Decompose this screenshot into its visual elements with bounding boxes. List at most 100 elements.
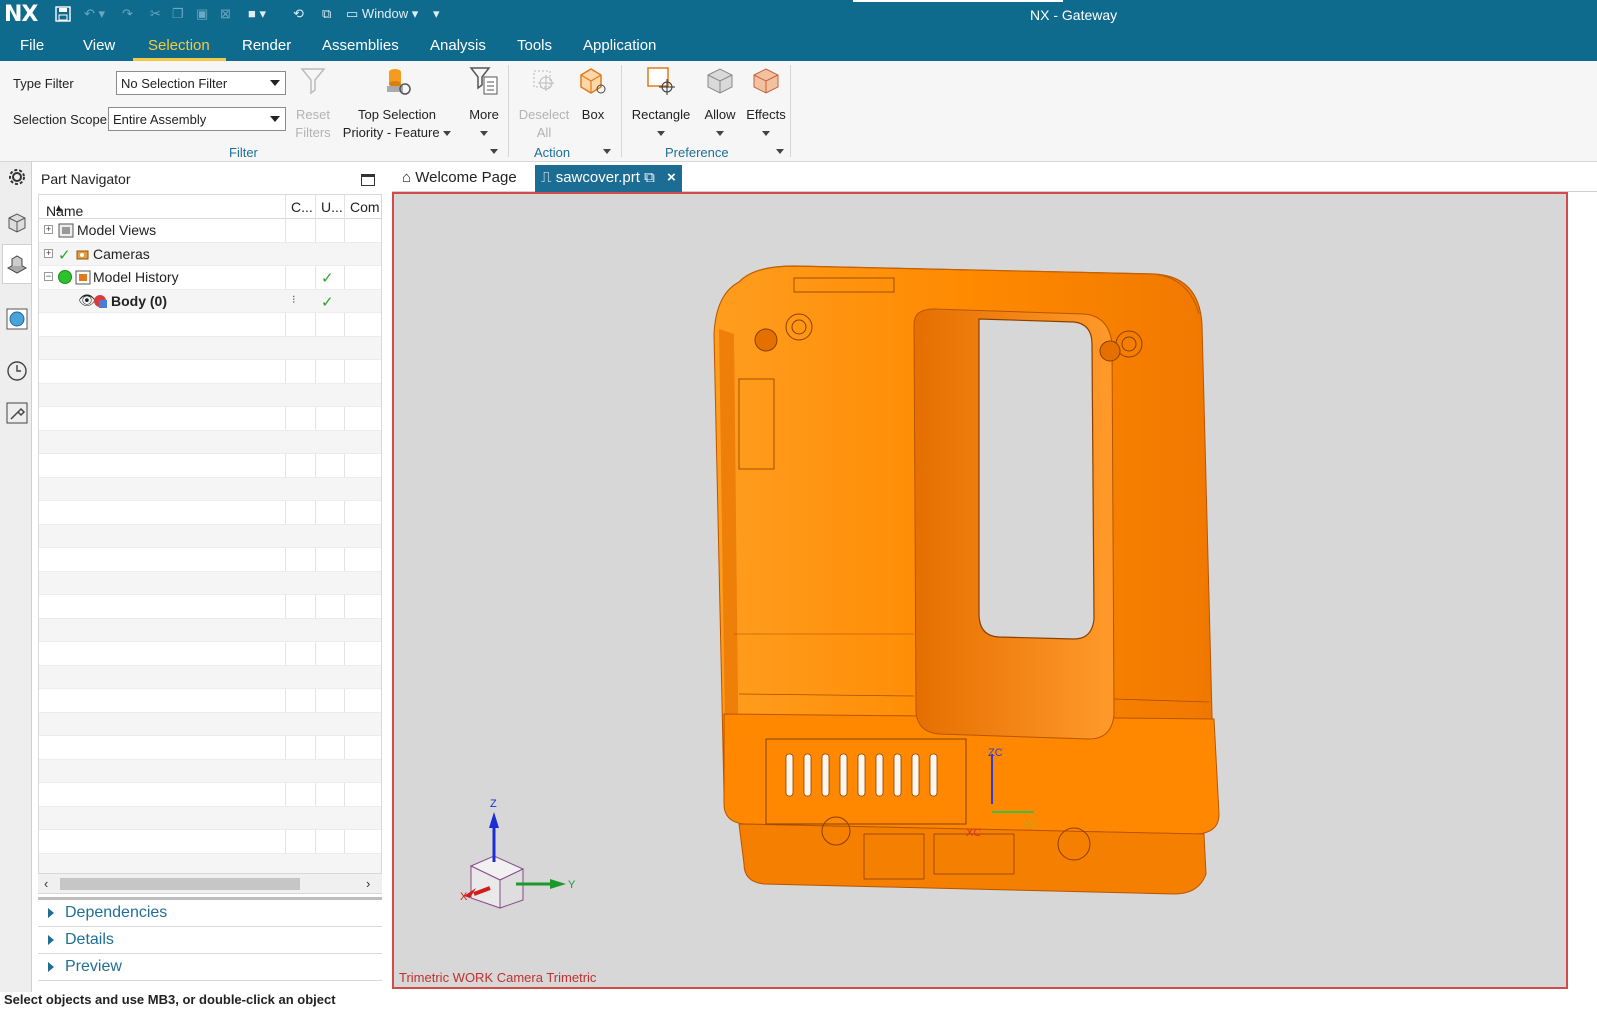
expand-icon[interactable]: + bbox=[44, 225, 53, 234]
allow-button[interactable]: Allow bbox=[700, 65, 740, 142]
web-browser-icon[interactable] bbox=[6, 308, 28, 330]
menu-selection[interactable]: Selection bbox=[148, 37, 210, 54]
reset-filters-button[interactable]: Reset Filters bbox=[292, 65, 334, 142]
status-green-icon bbox=[58, 270, 72, 284]
preference-group-dropdown-icon[interactable] bbox=[776, 149, 784, 154]
gear-icon[interactable] bbox=[6, 166, 28, 188]
model-history-icon bbox=[75, 270, 91, 285]
table-row bbox=[39, 313, 381, 337]
menu-bar: File View Selection Render Assemblies An… bbox=[0, 30, 1597, 61]
menu-file[interactable]: File bbox=[20, 37, 44, 54]
paste-icon[interactable]: ▣ bbox=[196, 6, 208, 24]
menu-assemblies[interactable]: Assemblies bbox=[322, 37, 399, 54]
preview-panel[interactable]: Preview bbox=[38, 954, 382, 981]
horizontal-scrollbar[interactable]: ‹ › bbox=[38, 873, 382, 893]
history-clock-icon[interactable] bbox=[6, 360, 28, 382]
menu-view[interactable]: View bbox=[83, 37, 115, 54]
wcs-yc-label: YC bbox=[1022, 819, 1037, 831]
tree-row-model-history[interactable]: − Model History ✓ bbox=[39, 266, 381, 290]
close-icon[interactable]: × bbox=[667, 169, 676, 186]
type-filter-dropdown[interactable]: No Selection Filter bbox=[116, 71, 286, 95]
view-triad[interactable] bbox=[464, 812, 566, 909]
box-select-button[interactable]: Box bbox=[574, 65, 612, 124]
effects-label: Effects bbox=[746, 107, 786, 122]
3d-model-view[interactable]: ZC XC YC Z Y X bbox=[394, 194, 1566, 987]
scrollbar-thumb[interactable] bbox=[60, 878, 300, 890]
column-header-comment[interactable]: Com bbox=[350, 199, 380, 215]
scroll-right-icon[interactable]: › bbox=[366, 876, 370, 891]
menu-analysis[interactable]: Analysis bbox=[430, 37, 486, 54]
delete-icon[interactable]: ⊠ bbox=[220, 6, 231, 24]
repeat-command-icon[interactable]: ⟲ bbox=[293, 6, 304, 24]
dependencies-panel[interactable]: Dependencies bbox=[38, 900, 382, 927]
tab-welcome-page[interactable]: ⌂ Welcome Page bbox=[396, 165, 523, 192]
table-row bbox=[39, 595, 381, 619]
table-row bbox=[39, 736, 381, 760]
rectangle-select-button[interactable]: Rectangle bbox=[628, 65, 694, 142]
menu-application[interactable]: Application bbox=[583, 37, 656, 54]
part-navigator: Part Navigator Name ▲ C... U... Com + Mo… bbox=[33, 162, 389, 992]
redo-icon[interactable]: ↷ bbox=[122, 6, 133, 24]
tree-row-body[interactable]: 👁 Body (0) ⁝ ✓ bbox=[39, 289, 381, 313]
table-row bbox=[39, 618, 381, 642]
sawcover-part[interactable] bbox=[713, 265, 1220, 895]
triad-x-label: X bbox=[460, 891, 468, 903]
menu-render[interactable]: Render bbox=[242, 37, 291, 54]
sort-ascending-icon: ▲ bbox=[53, 203, 64, 214]
customize-quick-access-icon[interactable]: ▾ bbox=[433, 6, 440, 24]
box-icon bbox=[580, 68, 606, 94]
top-selection-label-1: Top Selection bbox=[357, 107, 437, 122]
save-icon[interactable] bbox=[55, 6, 71, 24]
uptodate-check-icon: ✓ bbox=[321, 293, 334, 311]
graphics-viewport[interactable]: ZC XC YC Z Y X Trimetric WORK Camera Tri… bbox=[392, 192, 1568, 989]
action-group-dropdown-icon[interactable] bbox=[603, 149, 611, 154]
triad-z-label: Z bbox=[490, 798, 497, 810]
table-row bbox=[39, 383, 381, 407]
assembly-navigator-icon[interactable] bbox=[6, 212, 28, 234]
home-icon: ⌂ bbox=[402, 169, 412, 186]
uptodate-check-icon: ✓ bbox=[321, 270, 334, 287]
switch-window-icon[interactable]: ⧉ bbox=[322, 6, 331, 24]
more-filters-button[interactable]: More bbox=[462, 65, 506, 142]
tree-row-cameras[interactable]: + ✓ Cameras bbox=[39, 242, 381, 266]
cut-icon[interactable]: ✂ bbox=[150, 6, 161, 24]
display-style-icon[interactable]: ■ ▾ bbox=[248, 6, 266, 24]
model-views-icon bbox=[58, 223, 74, 238]
column-header-name[interactable]: Name ▲ bbox=[46, 199, 83, 219]
expand-icon[interactable]: + bbox=[44, 248, 53, 258]
details-panel[interactable]: Details bbox=[38, 927, 382, 954]
popout-icon[interactable]: ⧉ bbox=[644, 169, 655, 186]
copy-icon[interactable]: ❐ bbox=[172, 6, 184, 24]
selection-scope-dropdown[interactable]: Entire Assembly bbox=[108, 107, 286, 131]
filter-group-dropdown-icon[interactable] bbox=[490, 149, 498, 154]
rectangle-select-icon bbox=[647, 67, 675, 95]
part-file-icon: ⎍ bbox=[541, 169, 552, 186]
collapse-icon[interactable]: − bbox=[44, 272, 53, 281]
ribbon: Type Filter No Selection Filter Selectio… bbox=[0, 61, 1597, 162]
top-selection-priority-button[interactable]: Top Selection Priority - Feature bbox=[338, 65, 456, 142]
column-header-uptodate[interactable]: U... bbox=[321, 199, 343, 215]
current-marker-icon: ⁝ bbox=[292, 293, 296, 306]
tree-label: Model Views bbox=[77, 222, 157, 238]
maximize-icon[interactable] bbox=[361, 174, 375, 186]
title-bar: NX ↶ ▾ ↷ ✂ ❐ ▣ ⊠ ■ ▾ ⟲ ⧉ ▭ Window ▾ ▾ NX… bbox=[0, 0, 1597, 30]
tools-palette-icon[interactable] bbox=[6, 402, 28, 424]
chevron-down-icon bbox=[480, 131, 488, 137]
tab-sawcover[interactable]: ⎍ sawcover.prt ⧉ × bbox=[535, 165, 682, 192]
deselect-all-button[interactable]: Deselect All bbox=[514, 65, 574, 142]
window-menu[interactable]: ▭ Window ▾ bbox=[346, 6, 418, 24]
body-feature-icon bbox=[94, 294, 107, 308]
table-row bbox=[39, 336, 381, 360]
wcs-zc-label: ZC bbox=[988, 747, 1003, 759]
tree-label: Body (0) bbox=[111, 292, 167, 309]
column-header-current[interactable]: C... bbox=[291, 199, 313, 215]
scroll-left-icon[interactable]: ‹ bbox=[44, 876, 48, 891]
part-navigator-title: Part Navigator bbox=[41, 171, 131, 187]
status-prompt: Select objects and use MB3, or double-cl… bbox=[4, 992, 336, 1007]
tab-label: Welcome Page bbox=[415, 169, 517, 186]
menu-tools[interactable]: Tools bbox=[517, 37, 552, 54]
effects-button[interactable]: Effects bbox=[744, 65, 788, 142]
undo-icon[interactable]: ↶ ▾ bbox=[84, 6, 105, 24]
part-navigator-tab[interactable] bbox=[2, 244, 31, 284]
tree-row-model-views[interactable]: + Model Views bbox=[39, 219, 381, 243]
